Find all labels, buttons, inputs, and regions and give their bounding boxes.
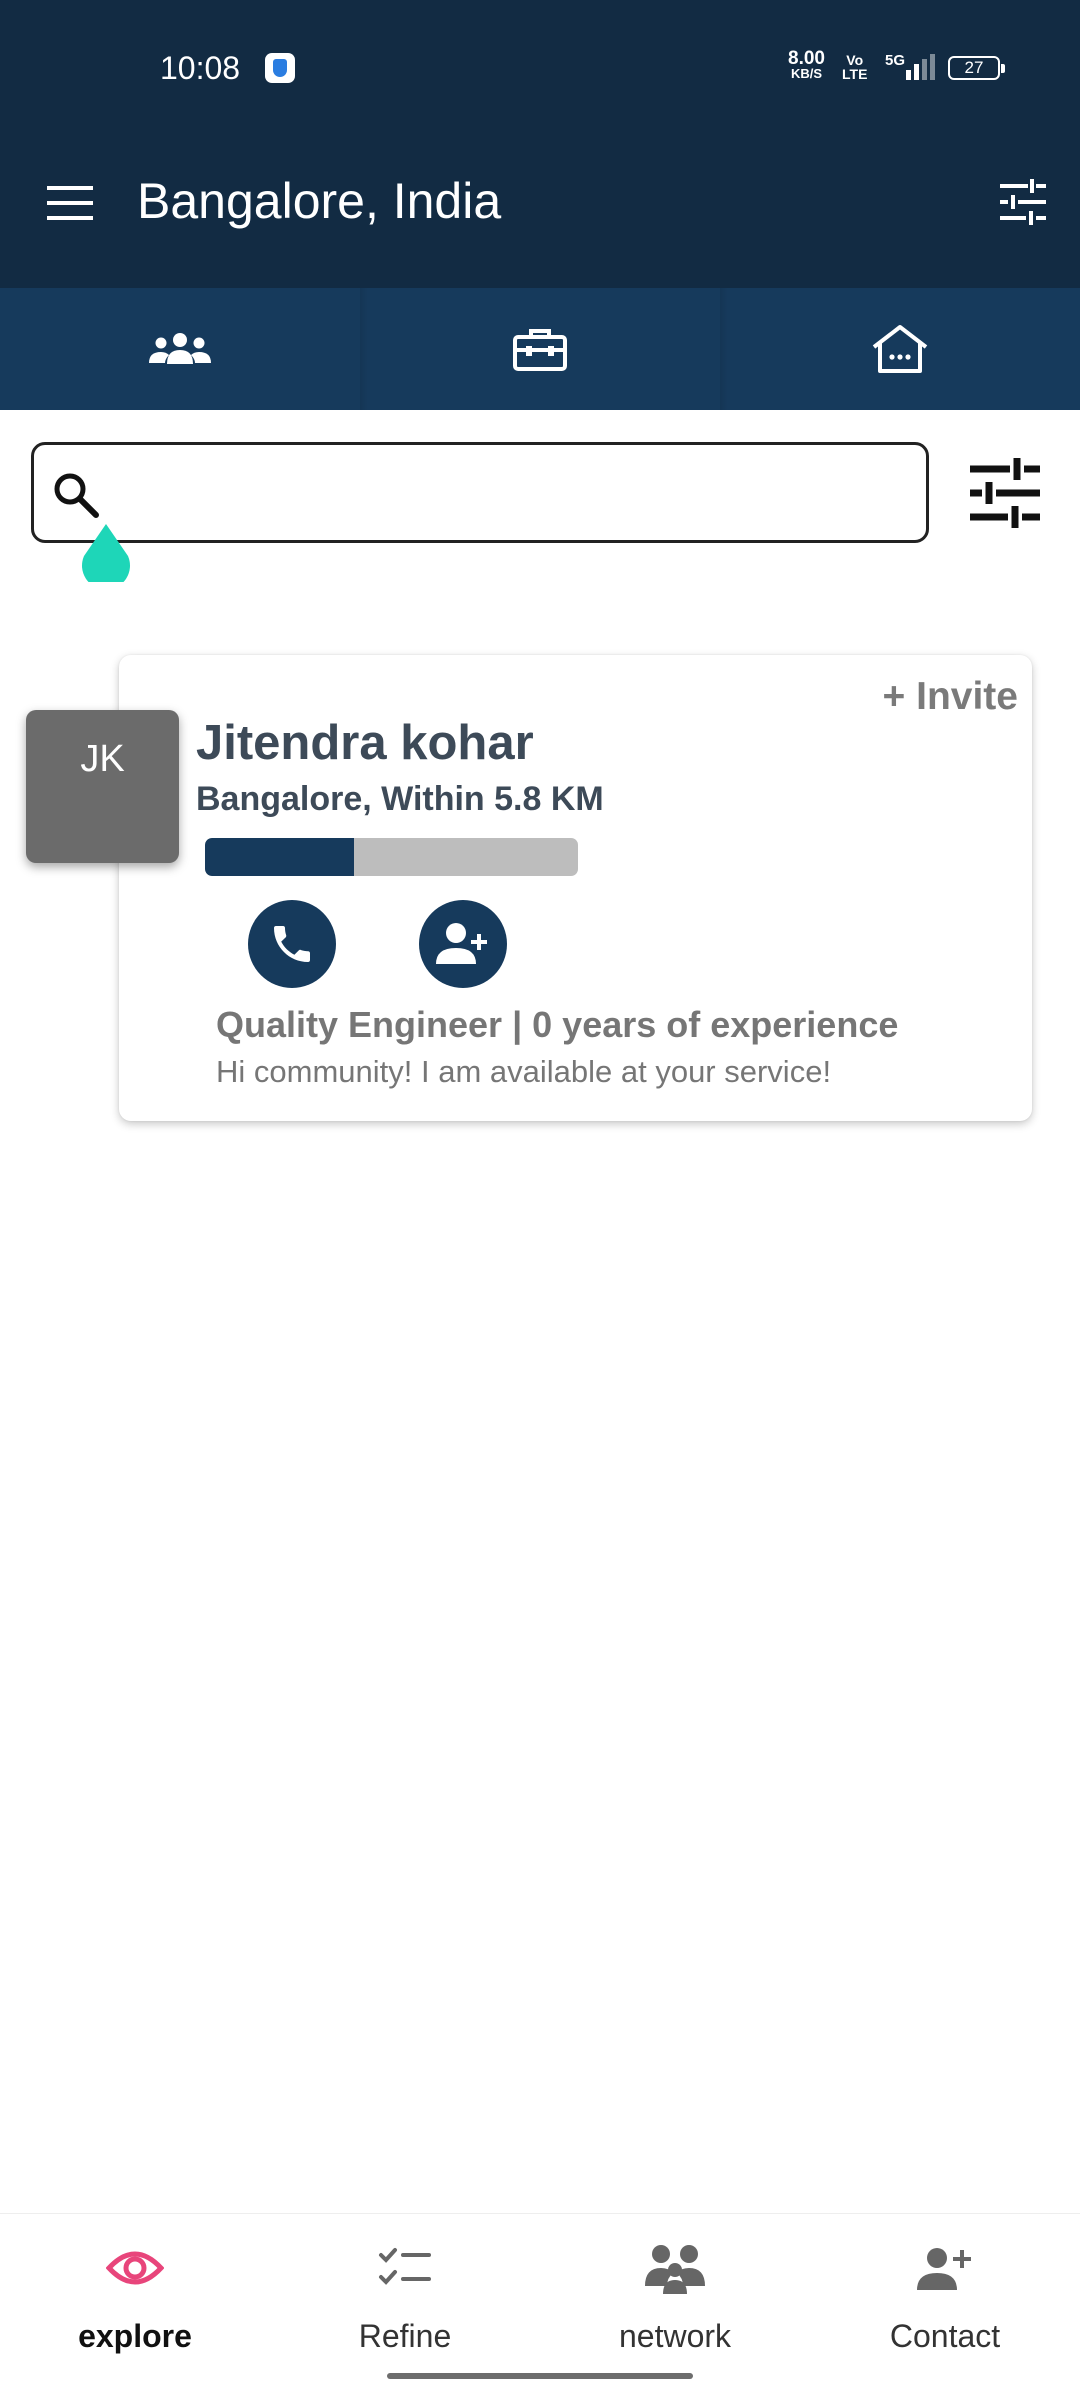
- nav-contact-label: Contact: [889, 2318, 1001, 2354]
- avatar[interactable]: JK: [26, 710, 179, 863]
- network-speed-value: 8.00: [788, 48, 825, 69]
- phone-icon: [274, 926, 310, 962]
- avatar-initials: JK: [80, 738, 125, 780]
- category-tabs: [0, 288, 1080, 410]
- profile-progress-fill: [205, 838, 355, 876]
- status-time: 10:08: [160, 50, 241, 86]
- briefcase-icon: [513, 329, 567, 371]
- call-button[interactable]: [248, 900, 336, 988]
- battery-level: 27: [964, 58, 984, 77]
- people-group-icon: [149, 333, 211, 364]
- profile-location: Bangalore, Within 5.8 KM: [196, 780, 604, 818]
- network-speed-unit: KB/S: [790, 66, 823, 81]
- profile-bio: Hi community! I am available at your ser…: [216, 1054, 832, 1089]
- tune-sliders-icon[interactable]: [998, 179, 1048, 225]
- add-person-icon: [436, 923, 487, 964]
- tab-people[interactable]: [0, 288, 360, 410]
- invite-button[interactable]: + Invite: [883, 675, 1018, 719]
- volte-bottom: LTE: [842, 66, 868, 82]
- filter-sliders-icon[interactable]: [968, 458, 1042, 528]
- search-icon: [54, 473, 99, 518]
- volte-top: Vo: [846, 52, 864, 68]
- tab-jobs[interactable]: [360, 288, 720, 410]
- network-speed: 8.00 KB/S: [788, 48, 825, 81]
- page-title: Bangalore, India: [137, 173, 502, 229]
- checklist-icon: [373, 2240, 437, 2296]
- nav-network-label: network: [618, 2318, 732, 2354]
- security-shield-icon: [265, 53, 295, 83]
- add-connection-button[interactable]: [419, 900, 507, 988]
- status-bar: 10:08 8.00 KB/S Vo LTE 5G 27: [0, 0, 1080, 135]
- hamburger-menu-icon[interactable]: [47, 183, 95, 223]
- profile-name: Jitendra kohar: [196, 716, 534, 770]
- nav-explore-label: explore: [78, 2318, 192, 2354]
- nav-explore[interactable]: explore: [0, 2214, 270, 2400]
- network-group-icon: [643, 2240, 707, 2296]
- text-cursor-handle-icon[interactable]: [80, 522, 132, 582]
- add-contact-icon: [913, 2240, 977, 2296]
- profile-job-line: Quality Engineer | 0 years of experience: [216, 1004, 899, 1045]
- signal-strength-icon: [900, 54, 936, 80]
- app-bar: Bangalore, India: [0, 135, 1080, 288]
- home-icon: [872, 325, 928, 373]
- nav-refine-label: Refine: [358, 2318, 452, 2354]
- search-input[interactable]: [31, 442, 929, 543]
- volte-indicator: Vo LTE: [842, 53, 867, 81]
- tab-home[interactable]: [720, 288, 1080, 410]
- home-indicator[interactable]: [387, 2373, 693, 2379]
- eye-icon: [103, 2240, 167, 2296]
- battery-icon: 27: [948, 56, 1005, 80]
- bottom-navigation: explore Refine network Contact: [0, 2213, 1080, 2400]
- nav-contact[interactable]: Contact: [810, 2214, 1080, 2400]
- profile-progress-bar: [205, 838, 578, 876]
